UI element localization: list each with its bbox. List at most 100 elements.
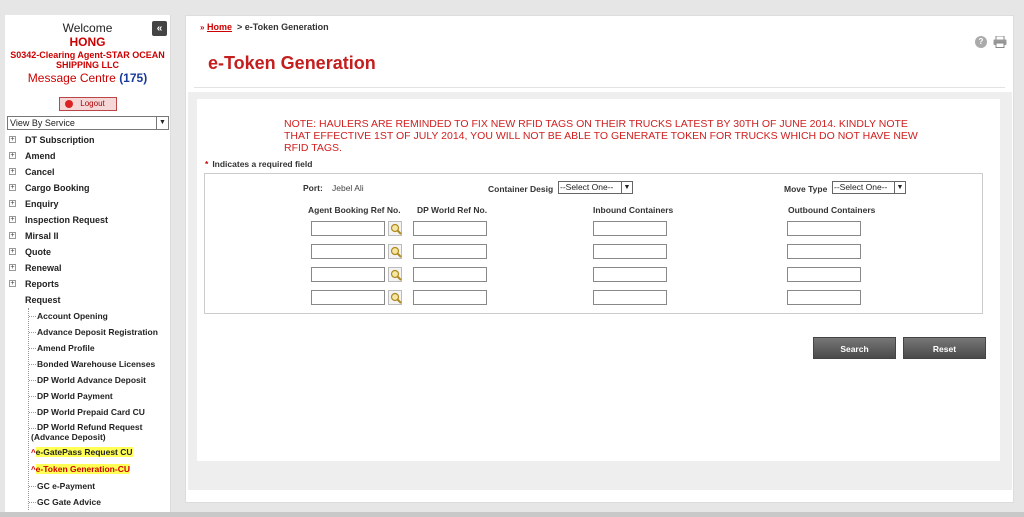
- menu-item-quote[interactable]: + Quote: [5, 244, 170, 260]
- menu-item-dt-subscription[interactable]: + DT Subscription: [5, 132, 170, 148]
- port-label: Port:: [303, 183, 323, 193]
- search-button[interactable]: Search: [813, 337, 896, 359]
- chevron-down-icon: ▼: [894, 182, 905, 193]
- menu-item-label: Reports: [25, 279, 60, 289]
- menu-item-inspection-request[interactable]: + Inspection Request: [5, 212, 170, 228]
- move-type-value: --Select One--: [834, 182, 888, 192]
- sub-item-gc-epayment[interactable]: GC e-Payment: [5, 478, 170, 494]
- agent-booking-ref-input-1[interactable]: [311, 221, 385, 236]
- menu-item-label: DT Subscription: [25, 135, 95, 145]
- sub-item-dp-world-advance-deposit[interactable]: DP World Advance Deposit: [5, 372, 170, 388]
- menu-item-label: Cargo Booking: [25, 183, 90, 193]
- bottom-scrollbar[interactable]: [0, 512, 1024, 517]
- breadcrumb-prefix: »: [200, 23, 205, 32]
- agent-booking-ref-input-2[interactable]: [311, 244, 385, 259]
- menu-item-label: Inspection Request: [25, 215, 109, 225]
- menu-item-mirsal-ii[interactable]: + Mirsal II: [5, 228, 170, 244]
- magnifier-icon: [390, 223, 402, 235]
- menu-item-label: Cancel: [25, 167, 55, 177]
- menu-item-renewal[interactable]: + Renewal: [5, 260, 170, 276]
- dp-world-ref-input-4[interactable]: [413, 290, 487, 305]
- menu-item-label: Renewal: [25, 263, 62, 273]
- inbound-container-input-2[interactable]: [593, 244, 667, 259]
- request-submenu: Account Opening Advance Deposit Registra…: [5, 308, 170, 510]
- menu-item-reports[interactable]: + Reports: [5, 276, 170, 292]
- lookup-button-1[interactable]: [388, 221, 402, 236]
- dp-world-ref-input-1[interactable]: [413, 221, 487, 236]
- breadcrumb-home-link[interactable]: Home: [207, 22, 232, 32]
- chevron-down-icon: ▼: [621, 182, 632, 193]
- search-fieldset: Port: Jebel Ali Container Desig --Select…: [204, 173, 983, 314]
- logout-icon: [64, 100, 73, 108]
- inbound-container-input-4[interactable]: [593, 290, 667, 305]
- agent-booking-ref-input-3[interactable]: [311, 267, 385, 282]
- magnifier-icon: [390, 269, 402, 281]
- sub-item-dp-world-payment[interactable]: DP World Payment: [5, 388, 170, 404]
- collapse-sidebar-icon[interactable]: «: [152, 21, 167, 36]
- sub-item-dp-world-refund-request[interactable]: DP World Refund Request (Advance Deposit): [5, 420, 170, 444]
- outbound-container-input-1[interactable]: [787, 221, 861, 236]
- menu-item-label: Amend: [25, 151, 56, 161]
- menu-item-cancel[interactable]: + Cancel: [5, 164, 170, 180]
- logout-button[interactable]: Logout: [58, 97, 117, 111]
- refund-line-1: DP World Refund Request: [37, 422, 143, 432]
- sub-item-account-opening[interactable]: Account Opening: [5, 308, 170, 324]
- main-content: » Home > e-Token Generation ? e-Token Ge…: [185, 15, 1014, 503]
- agent-booking-ref-input-4[interactable]: [311, 290, 385, 305]
- message-count: (175): [119, 71, 148, 85]
- col-dp-world-ref: DP World Ref No.: [417, 205, 488, 215]
- user-name: HONG: [69, 35, 106, 49]
- dp-world-ref-input-3[interactable]: [413, 267, 487, 282]
- menu-item-amend[interactable]: + Amend: [5, 148, 170, 164]
- move-type-select[interactable]: --Select One-- ▼: [832, 181, 906, 194]
- dp-world-ref-input-2[interactable]: [413, 244, 487, 259]
- required-star: *: [205, 159, 209, 169]
- menu-item-label: Mirsal II: [25, 231, 59, 241]
- sub-item-label: e-Token Generation-CU: [35, 464, 130, 474]
- view-by-value: View By Service: [10, 118, 75, 128]
- menu-item-cargo-booking[interactable]: + Cargo Booking: [5, 180, 170, 196]
- message-centre-link[interactable]: Message Centre (175): [5, 71, 170, 85]
- outbound-container-input-2[interactable]: [787, 244, 861, 259]
- view-by-select[interactable]: View By Service ▼: [7, 116, 169, 130]
- caret-icon: ^: [31, 448, 36, 457]
- col-outbound-containers: Outbound Containers: [788, 205, 876, 215]
- page-title: e-Token Generation: [208, 53, 376, 73]
- container-desig-select[interactable]: --Select One-- ▼: [558, 181, 633, 194]
- agent-name: S0342-Clearing Agent-STAR OCEAN SHIPPING…: [10, 50, 165, 70]
- sub-item-etoken-generation[interactable]: ^e-Token Generation-CU: [5, 461, 170, 478]
- caret-icon: ^: [31, 465, 36, 474]
- sub-item-advance-deposit-registration[interactable]: Advance Deposit Registration: [5, 324, 170, 340]
- lookup-button-2[interactable]: [388, 244, 402, 259]
- reset-button[interactable]: Reset: [903, 337, 986, 359]
- magnifier-icon: [390, 246, 402, 258]
- expand-icon: +: [9, 248, 16, 255]
- move-type-label: Move Type: [784, 184, 828, 194]
- outbound-container-input-4[interactable]: [787, 290, 861, 305]
- service-menu: + DT Subscription + Amend + Cancel + Cargo B…: [5, 132, 170, 510]
- inbound-container-input-1[interactable]: [593, 221, 667, 236]
- sub-item-gc-gate-advice[interactable]: GC Gate Advice: [5, 494, 170, 510]
- expand-icon: +: [9, 152, 16, 159]
- outbound-container-input-3[interactable]: [787, 267, 861, 282]
- sub-item-amend-profile[interactable]: Amend Profile: [5, 340, 170, 356]
- magnifier-icon: [390, 292, 402, 304]
- logout-label: Logout: [80, 99, 105, 108]
- expand-icon: +: [9, 136, 16, 143]
- breadcrumb: » Home > e-Token Generation: [200, 22, 329, 32]
- lookup-button-4[interactable]: [388, 290, 402, 305]
- sub-item-egatepass-request[interactable]: ^e-GatePass Request CU: [5, 444, 170, 461]
- required-note-text: Indicates a required field: [212, 159, 313, 169]
- chevron-down-icon: ▼: [156, 117, 168, 129]
- message-centre-label: Message Centre: [27, 71, 116, 85]
- refund-line-2: (Advance Deposit): [31, 432, 106, 442]
- container-desig-value: --Select One--: [560, 182, 614, 192]
- menu-item-request[interactable]: Request: [5, 292, 170, 308]
- menu-item-label: Request: [25, 295, 61, 305]
- inbound-container-input-3[interactable]: [593, 267, 667, 282]
- sub-item-dp-world-prepaid-card[interactable]: DP World Prepaid Card CU: [5, 404, 170, 420]
- sub-item-bonded-warehouse-licenses[interactable]: Bonded Warehouse Licenses: [5, 356, 170, 372]
- menu-item-enquiry[interactable]: + Enquiry: [5, 196, 170, 212]
- container-desig-label: Container Desig: [488, 184, 554, 194]
- lookup-button-3[interactable]: [388, 267, 402, 282]
